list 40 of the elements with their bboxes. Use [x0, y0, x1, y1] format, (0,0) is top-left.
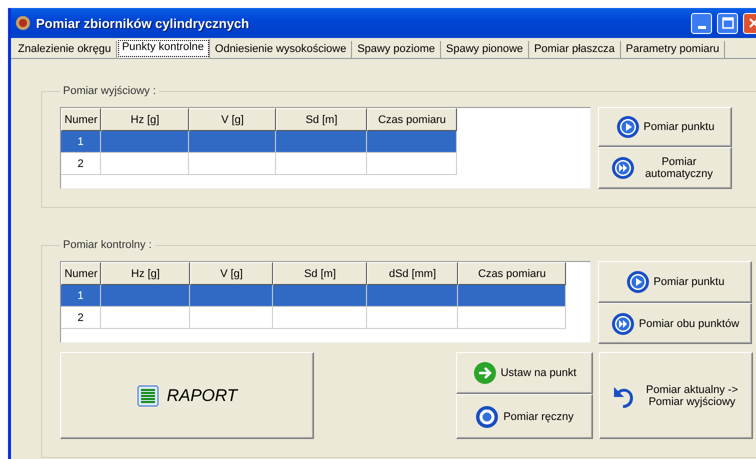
window-title: Pomiar zbiorników cylindrycznych	[36, 16, 250, 30]
row-number-cell[interactable]: 2	[61, 307, 101, 329]
column-header[interactable]: Czas pomiaru	[367, 108, 457, 131]
measure-both-button[interactable]: Pomiar obu punktów	[598, 303, 752, 344]
maximize-icon	[722, 17, 734, 29]
measure-point-button[interactable]: Pomiar punktu	[598, 107, 732, 147]
row-number-cell[interactable]: 1	[61, 285, 101, 307]
report-button[interactable]: RAPORT	[60, 352, 314, 439]
app-icon	[15, 15, 31, 31]
column-header[interactable]: dSd [mm]	[367, 262, 458, 285]
column-header[interactable]: Numer	[61, 108, 101, 131]
arrow-right-icon	[472, 361, 497, 385]
column-header[interactable]: Hz [g]	[101, 262, 190, 285]
group-title: Pomiar kontrolny :	[62, 239, 153, 251]
column-header[interactable]: Sd [m]	[273, 262, 367, 285]
row-number-cell[interactable]: 1	[61, 131, 101, 153]
group-title: Pomiar wyjściowy :	[62, 85, 157, 97]
measure-point-button[interactable]: Pomiar punktu	[598, 261, 752, 303]
column-header[interactable]: Sd [m]	[276, 108, 367, 131]
tab[interactable]: Punkty kontrolne	[116, 39, 210, 58]
column-header[interactable]: Numer	[61, 262, 101, 285]
auto-measure-button[interactable]: Pomiar automatyczny	[598, 147, 732, 189]
manual-measure-button[interactable]: Pomiar ręczny	[456, 394, 593, 439]
set-point-button[interactable]: Ustaw na punkt	[456, 352, 593, 394]
ring-icon	[475, 404, 500, 428]
row-number-cell[interactable]: 2	[61, 153, 101, 175]
column-header[interactable]: Hz [g]	[101, 108, 189, 131]
play-icon	[616, 115, 640, 139]
fast-forward-icon	[611, 156, 635, 180]
column-header[interactable]: Czas pomiaru	[458, 262, 566, 285]
close-icon	[748, 17, 756, 29]
column-header[interactable]: V [g]	[190, 262, 273, 285]
minimize-icon	[698, 26, 706, 28]
column-header[interactable]: V [g]	[189, 108, 276, 131]
report-icon	[136, 384, 159, 406]
fast-forward-icon	[610, 312, 635, 336]
maximize-button[interactable]	[717, 12, 738, 34]
swap-measure-button[interactable]: Pomiar aktualny -> Pomiar wyjściowy	[599, 352, 753, 439]
play-icon	[626, 270, 650, 294]
minimize-button[interactable]	[691, 12, 712, 34]
